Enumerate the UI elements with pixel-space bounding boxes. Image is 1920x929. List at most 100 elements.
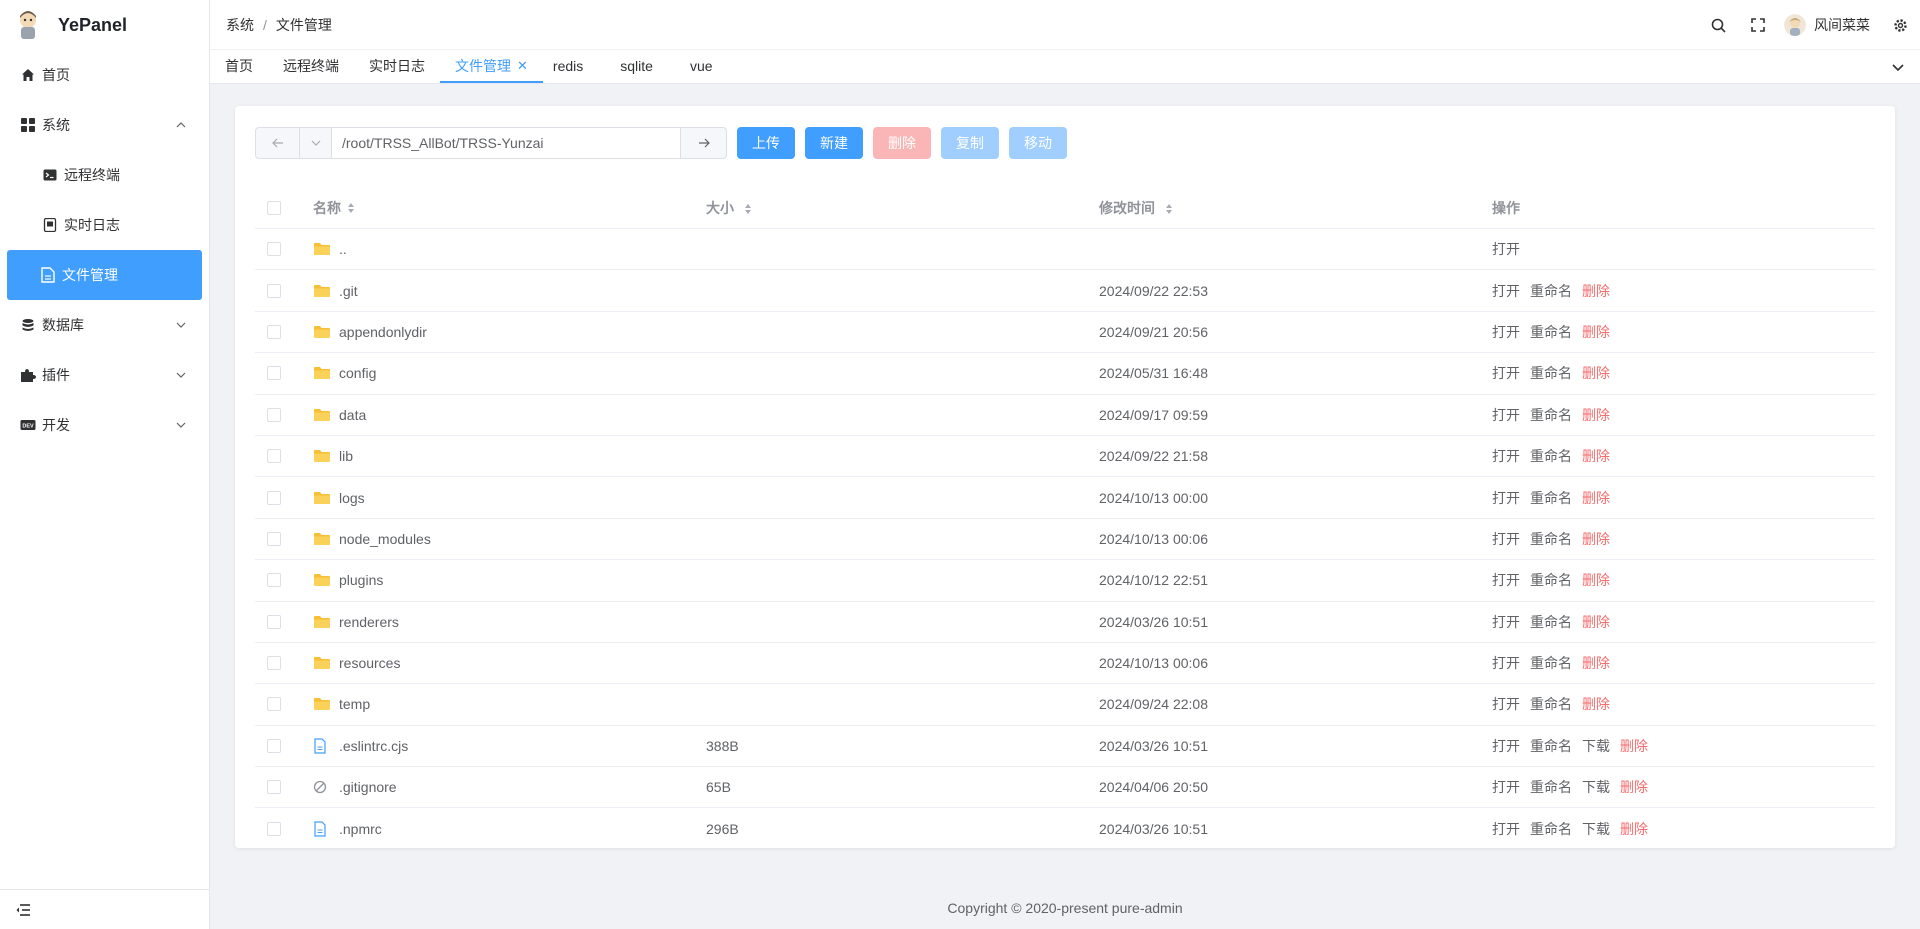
download-link[interactable]: 下载 xyxy=(1582,819,1610,839)
row-checkbox[interactable] xyxy=(267,780,281,795)
sidebar-item-plugins[interactable]: 插件 xyxy=(0,350,209,400)
rename-link[interactable]: 重命名 xyxy=(1530,819,1572,839)
open-link[interactable]: 打开 xyxy=(1492,529,1520,549)
rename-link[interactable]: 重命名 xyxy=(1530,570,1572,590)
open-link[interactable]: 打开 xyxy=(1492,322,1520,342)
delete-link[interactable]: 删除 xyxy=(1582,322,1610,342)
row-checkbox[interactable] xyxy=(267,242,281,257)
rename-link[interactable]: 重命名 xyxy=(1530,488,1572,508)
download-link[interactable]: 下载 xyxy=(1582,777,1610,797)
table-row[interactable]: .npmrc 296B 2024/03/26 10:51 打开 重命名 下载 删除 xyxy=(255,808,1875,848)
row-checkbox[interactable] xyxy=(267,490,281,505)
rename-link[interactable]: 重命名 xyxy=(1530,363,1572,383)
sort-icon[interactable] xyxy=(744,203,752,215)
rename-link[interactable]: 重命名 xyxy=(1530,322,1572,342)
open-link[interactable]: 打开 xyxy=(1492,239,1520,259)
delete-link[interactable]: 删除 xyxy=(1620,736,1648,756)
row-checkbox[interactable] xyxy=(267,366,281,381)
table-row[interactable]: temp 2024/09/24 22:08 打开 重命名 删除 xyxy=(255,684,1875,726)
open-link[interactable]: 打开 xyxy=(1492,446,1520,466)
rename-link[interactable]: 重命名 xyxy=(1530,446,1572,466)
table-row[interactable]: lib 2024/09/22 21:58 打开 重命名 删除 xyxy=(255,436,1875,478)
table-row[interactable]: .. 打开 xyxy=(255,229,1875,271)
rename-link[interactable]: 重命名 xyxy=(1530,653,1572,673)
tab-logs[interactable]: 实时日志 xyxy=(354,49,440,83)
rename-link[interactable]: 重命名 xyxy=(1530,736,1572,756)
table-row[interactable]: .git 2024/09/22 22:53 打开 重命名 删除 xyxy=(255,270,1875,312)
search-icon[interactable] xyxy=(1698,0,1738,50)
download-link[interactable]: 下载 xyxy=(1582,736,1610,756)
chevron-down-icon[interactable] xyxy=(1890,59,1906,75)
file-name[interactable]: .git xyxy=(339,283,358,299)
row-checkbox[interactable] xyxy=(267,821,281,836)
sidebar-item-terminal[interactable]: 远程终端 xyxy=(0,150,209,200)
open-link[interactable]: 打开 xyxy=(1492,777,1520,797)
open-link[interactable]: 打开 xyxy=(1492,570,1520,590)
table-row[interactable]: .eslintrc.cjs 388B 2024/03/26 10:51 打开 重命… xyxy=(255,726,1875,768)
fullscreen-icon[interactable] xyxy=(1738,0,1778,50)
file-name[interactable]: resources xyxy=(339,655,400,671)
delete-link[interactable]: 删除 xyxy=(1582,570,1610,590)
delete-link[interactable]: 删除 xyxy=(1582,488,1610,508)
rename-link[interactable]: 重命名 xyxy=(1530,281,1572,301)
open-link[interactable]: 打开 xyxy=(1492,281,1520,301)
row-checkbox[interactable] xyxy=(267,573,281,588)
row-checkbox[interactable] xyxy=(267,738,281,753)
row-checkbox[interactable] xyxy=(267,656,281,671)
open-link[interactable]: 打开 xyxy=(1492,694,1520,714)
sidebar-item-dev[interactable]: DEV 开发 xyxy=(0,400,209,450)
file-name[interactable]: lib xyxy=(339,448,353,464)
file-name[interactable]: appendonlydir xyxy=(339,324,427,340)
tab-vue[interactable]: vue xyxy=(668,49,728,83)
column-modified[interactable]: 修改时间 xyxy=(1099,198,1492,218)
row-checkbox[interactable] xyxy=(267,407,281,422)
rename-link[interactable]: 重命名 xyxy=(1530,405,1572,425)
open-link[interactable]: 打开 xyxy=(1492,488,1520,508)
column-name[interactable]: 名称 xyxy=(313,198,706,218)
rename-link[interactable]: 重命名 xyxy=(1530,694,1572,714)
delete-link[interactable]: 删除 xyxy=(1582,612,1610,632)
sort-icon[interactable] xyxy=(1165,203,1173,215)
sidebar-collapse-button[interactable] xyxy=(0,889,210,929)
logo[interactable]: YePanel xyxy=(0,0,209,50)
file-name[interactable]: .. xyxy=(339,241,347,257)
row-checkbox[interactable] xyxy=(267,614,281,629)
file-name[interactable]: config xyxy=(339,365,376,381)
delete-button[interactable]: 删除 xyxy=(873,127,931,159)
tab-terminal[interactable]: 远程终端 xyxy=(268,49,354,83)
close-icon[interactable]: ✕ xyxy=(517,58,528,74)
tab-sqlite[interactable]: sqlite xyxy=(598,49,668,83)
open-link[interactable]: 打开 xyxy=(1492,736,1520,756)
breadcrumb-item[interactable]: 系统 xyxy=(226,15,254,35)
copy-button[interactable]: 复制 xyxy=(941,127,999,159)
new-button[interactable]: 新建 xyxy=(805,127,863,159)
file-name[interactable]: node_modules xyxy=(339,531,431,547)
open-link[interactable]: 打开 xyxy=(1492,653,1520,673)
column-size[interactable]: 大小 xyxy=(706,198,1099,218)
table-row[interactable]: resources 2024/10/13 00:06 打开 重命名 删除 xyxy=(255,643,1875,685)
rename-link[interactable]: 重命名 xyxy=(1530,777,1572,797)
table-row[interactable]: plugins 2024/10/12 22:51 打开 重命名 删除 xyxy=(255,560,1875,602)
file-name[interactable]: .npmrc xyxy=(339,821,382,837)
select-all-checkbox[interactable] xyxy=(267,201,281,215)
table-row[interactable]: .gitignore 65B 2024/04/06 20:50 打开 重命名 下载删… xyxy=(255,767,1875,809)
row-checkbox[interactable] xyxy=(267,283,281,298)
sidebar-item-database[interactable]: 数据库 xyxy=(0,300,209,350)
delete-link[interactable]: 删除 xyxy=(1582,281,1610,301)
settings-icon[interactable] xyxy=(1880,0,1920,50)
file-name[interactable]: .gitignore xyxy=(339,779,397,795)
delete-link[interactable]: 删除 xyxy=(1582,653,1610,673)
back-button[interactable] xyxy=(255,127,299,159)
table-row[interactable]: data 2024/09/17 09:59 打开 重命名 删除 xyxy=(255,395,1875,436)
sidebar-item-home[interactable]: 首页 xyxy=(0,50,209,100)
tab-home[interactable]: 首页 xyxy=(210,49,268,83)
rename-link[interactable]: 重命名 xyxy=(1530,529,1572,549)
file-name[interactable]: temp xyxy=(339,696,370,712)
rename-link[interactable]: 重命名 xyxy=(1530,612,1572,632)
path-input[interactable] xyxy=(331,127,681,159)
open-link[interactable]: 打开 xyxy=(1492,405,1520,425)
sidebar-item-system[interactable]: 系统 xyxy=(0,100,209,150)
delete-link[interactable]: 删除 xyxy=(1582,363,1610,383)
delete-link[interactable]: 删除 xyxy=(1620,777,1648,797)
sort-icon[interactable] xyxy=(347,202,355,214)
